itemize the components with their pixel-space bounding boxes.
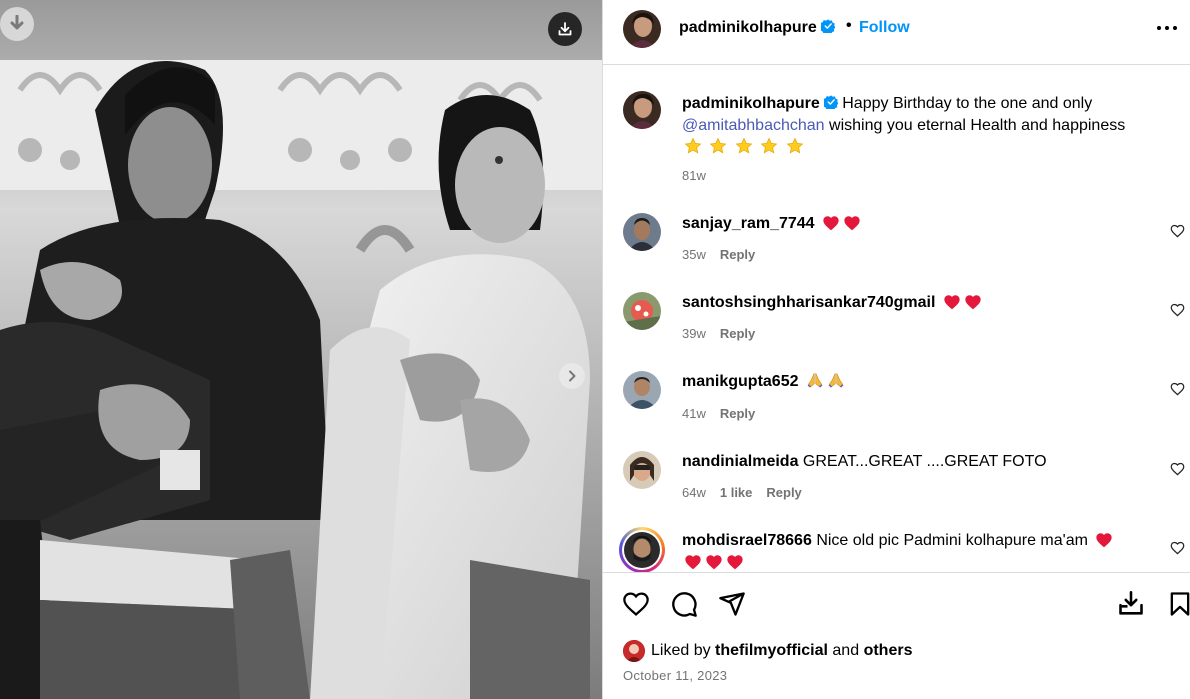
avatar-image (623, 640, 645, 662)
comment-like-heart-icon[interactable] (1170, 303, 1185, 317)
caption-username[interactable]: padminikolhapure (682, 95, 820, 112)
red-heart-emoji-icon (1096, 533, 1113, 548)
post-media (0, 0, 602, 699)
avatar-image (623, 371, 661, 409)
liked-by-others-link[interactable]: others (864, 642, 913, 660)
folded-hands-emoji-icon (828, 373, 844, 388)
post-header: padminikolhapure • Follow (603, 0, 1190, 65)
avatar-image (623, 451, 661, 489)
caption-author-avatar[interactable] (623, 91, 661, 129)
avatar-image (623, 10, 661, 48)
save-icon[interactable] (1117, 590, 1145, 618)
star-emoji-icon (786, 137, 804, 154)
reply-button[interactable]: Reply (720, 406, 755, 421)
comment-meta: 39w Reply (682, 326, 769, 341)
comment-meta: 41w Reply (682, 406, 769, 421)
comment-like-heart-icon[interactable] (1170, 462, 1185, 476)
comment-like-heart-icon[interactable] (1170, 224, 1185, 238)
comment-timestamp[interactable]: 64w (682, 485, 706, 500)
comment-body: manikgupta652 (682, 371, 1152, 393)
follow-button[interactable]: Follow (859, 19, 910, 37)
comment-like-count[interactable]: 1 like (720, 485, 753, 500)
share-icon[interactable] (718, 590, 746, 618)
folded-hands-emoji-icon (807, 373, 823, 388)
liked-by-avatar[interactable] (623, 640, 645, 662)
avatar-image (623, 91, 661, 129)
post-actions: Liked by thefilmyofficial and others Oct… (603, 572, 1190, 699)
comment-username[interactable]: mohdisrael78666 (682, 532, 812, 549)
liked-by-row: Liked by thefilmyofficial and others (623, 640, 912, 662)
comment-username[interactable]: sanjay_ram_7744 (682, 215, 815, 232)
more-options-icon[interactable] (1157, 26, 1179, 32)
comment-timestamp[interactable]: 35w (682, 247, 706, 262)
comment-meta: 64w 1 like Reply (682, 485, 816, 500)
comment-text: GREAT...GREAT ....GREAT FOTO (802, 453, 1047, 470)
comment-body: nandinialmeida GREAT...GREAT ....GREAT F… (682, 451, 1152, 473)
comment-timestamp[interactable]: 41w (682, 406, 706, 421)
red-heart-emoji-icon (965, 295, 981, 310)
red-heart-emoji-icon (823, 216, 839, 231)
next-image-button[interactable] (559, 363, 585, 389)
comment-like-heart-icon[interactable] (1170, 382, 1185, 396)
caption-timestamp[interactable]: 81w (682, 168, 706, 183)
liked-by-prefix: Liked by (651, 642, 711, 659)
star-emoji-icon (710, 137, 727, 154)
download-button-left[interactable] (0, 7, 34, 41)
comment-body: mohdisrael78666 Nice old pic Padmini kol… (682, 530, 1152, 572)
verified-badge-icon (823, 95, 838, 109)
red-heart-emoji-icon (685, 555, 701, 570)
red-heart-emoji-icon (844, 216, 860, 231)
bookmark-icon[interactable] (1166, 590, 1190, 618)
download-icon (10, 15, 24, 30)
comment-meta: 35w Reply (682, 247, 769, 262)
liked-by-user-link[interactable]: thefilmyofficial (715, 642, 828, 660)
avatar-image (623, 213, 661, 251)
avatar-image (623, 292, 661, 330)
red-heart-emoji-icon (706, 555, 722, 570)
post-caption: padminikolhapure Happy Birthday to the o… (682, 93, 1152, 159)
download-button[interactable] (548, 12, 582, 46)
caption-meta: 81w (682, 168, 720, 183)
comment-body: santoshsinghharisankar740gmail (682, 292, 1152, 314)
author-avatar[interactable] (623, 10, 661, 48)
comment-timestamp[interactable]: 39w (682, 326, 706, 341)
caption-mention-link[interactable]: @amitabhbachchan (682, 117, 825, 134)
red-heart-emoji-icon (944, 295, 960, 310)
comment-text: Nice old pic Padmini kolhapure ma'am (816, 532, 1088, 549)
reply-button[interactable]: Reply (766, 485, 801, 500)
separator-dot: • (846, 17, 852, 34)
red-heart-emoji-icon (727, 555, 743, 570)
post-side-panel: padminikolhapure • Follow padminikolhapu… (602, 0, 1190, 699)
comment-username[interactable]: santoshsinghharisankar740gmail (682, 294, 935, 311)
avatar-image (624, 532, 660, 568)
reply-button[interactable]: Reply (720, 247, 755, 262)
chevron-right-icon (569, 370, 576, 382)
author-username[interactable]: padminikolhapure (679, 19, 835, 37)
heart-icon[interactable] (622, 590, 650, 618)
comment-avatar[interactable] (623, 371, 661, 409)
comment-username[interactable]: manikgupta652 (682, 373, 798, 390)
comment-avatar[interactable] (623, 213, 661, 251)
comment-avatar[interactable] (623, 451, 661, 489)
comment-body: sanjay_ram_7744 (682, 213, 1152, 235)
comment-icon[interactable] (670, 590, 698, 618)
post-photo (0, 0, 602, 699)
caption-text-start: Happy Birthday to the one and only (842, 95, 1093, 112)
liked-by-and: and (832, 642, 860, 659)
comment-username[interactable]: nandinialmeida (682, 453, 798, 470)
download-icon (558, 22, 572, 36)
comment-avatar-story-ring[interactable] (619, 527, 665, 572)
star-emoji-icon (735, 137, 753, 154)
post-date[interactable]: October 11, 2023 (623, 668, 727, 683)
star-emoji-icon (760, 137, 778, 154)
reply-button[interactable]: Reply (720, 326, 755, 341)
caption-star-emojis (682, 137, 804, 156)
caption-text-end: wishing you eternal Health and happiness (829, 117, 1126, 134)
verified-badge-icon (820, 19, 835, 33)
comment-avatar[interactable] (623, 292, 661, 330)
comments-list[interactable]: padminikolhapure Happy Birthday to the o… (603, 66, 1190, 572)
comment-like-heart-icon[interactable] (1170, 541, 1185, 555)
star-emoji-icon (684, 137, 702, 154)
